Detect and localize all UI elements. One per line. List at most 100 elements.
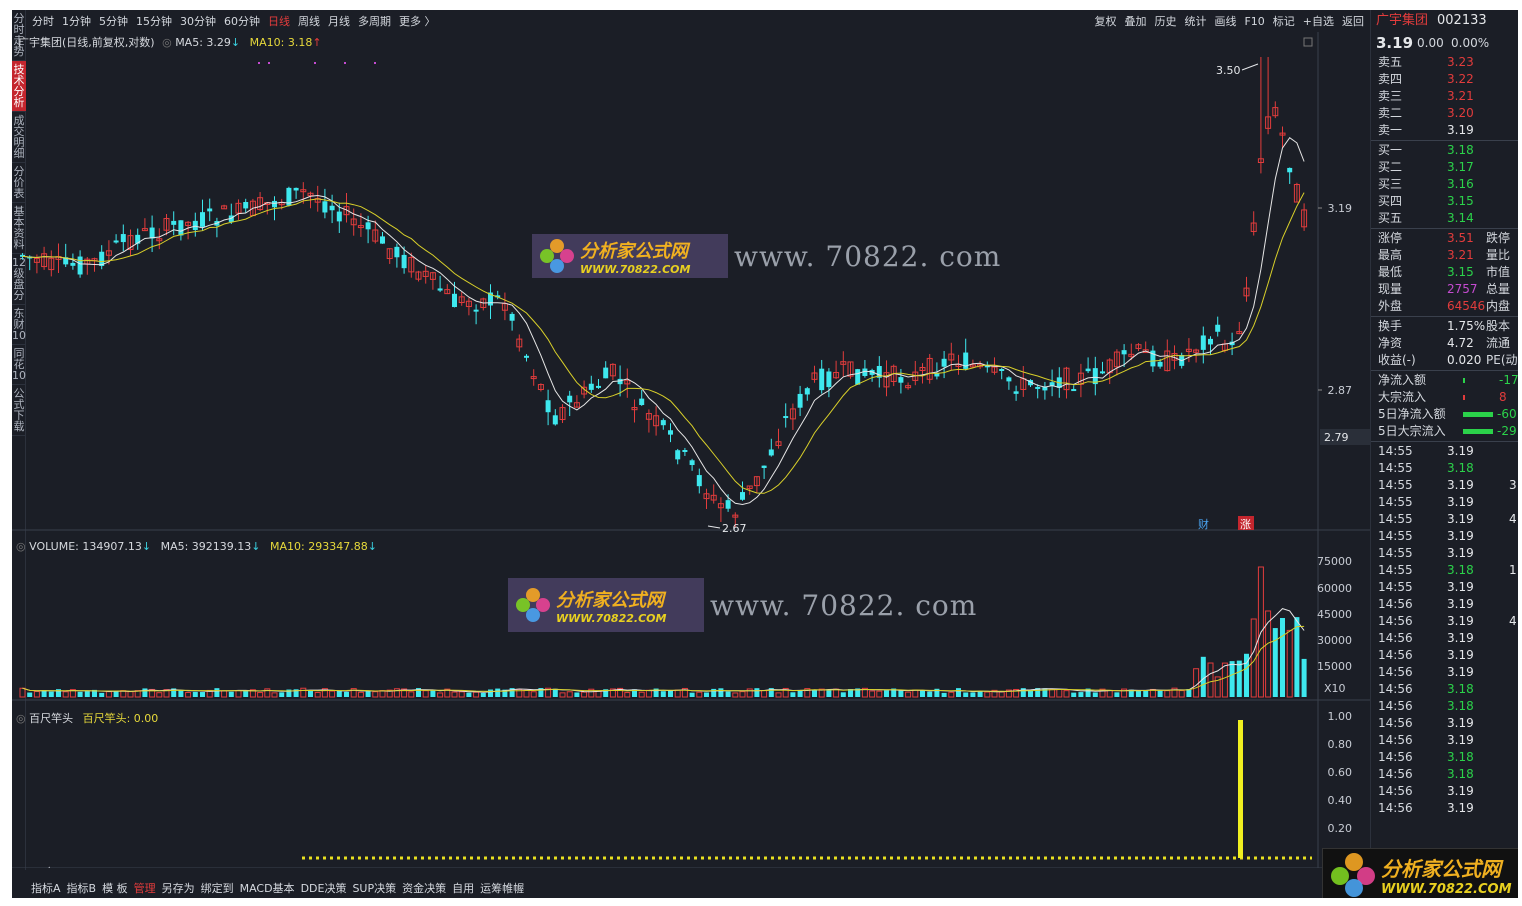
ma10-label: MA10: 3.18 (249, 36, 313, 49)
candle-body (1071, 389, 1077, 392)
event-dot (258, 62, 260, 64)
volume-bar (271, 692, 278, 698)
tick-row[interactable]: 14:56 3.19 (1371, 596, 1518, 613)
tick-row[interactable]: 14:56 3.18 (1371, 698, 1518, 715)
period-tab-0[interactable]: 分时 (28, 13, 58, 29)
settings-icon[interactable]: ◎ (16, 712, 26, 725)
time-axis-label: 2020年 (18, 865, 57, 868)
volume-bar (595, 690, 602, 698)
toolbar-action-2[interactable]: 历史 (1150, 13, 1180, 29)
volume-bar (329, 690, 336, 698)
chart-area[interactable]: 3.19 2.87 2.79 3.50 2.67 财 涨 75000 60000 45000 300… (12, 32, 1370, 879)
bottom-tool-10[interactable]: 自用 (449, 880, 477, 896)
ask-levels: 卖五 3.23 卖四 3.22 卖三 3.21 卖二 3.20 卖一 3.19 (1371, 54, 1518, 139)
tick-row[interactable]: 14:56 3.19 (1371, 664, 1518, 681)
kline-chart[interactable]: 3.19 2.87 2.79 3.50 2.67 财 涨 75000 60000 45000 300… (12, 32, 1370, 879)
bid-row-label: 买三 (1378, 177, 1403, 191)
bottom-tool-3[interactable]: 管理 (131, 880, 159, 896)
volume-bar (718, 688, 724, 697)
bottom-tool-1[interactable]: 指标B (64, 880, 100, 896)
period-tab-5[interactable]: 60分钟 (220, 13, 264, 29)
volume-bar (884, 690, 889, 697)
period-tab-2[interactable]: 5分钟 (95, 13, 132, 29)
toolbar-action-5[interactable]: F10 (1240, 15, 1268, 28)
period-tab-6[interactable]: 日线 (264, 13, 294, 29)
volume-bar (696, 691, 703, 698)
settings-icon[interactable]: ◎ (162, 36, 172, 49)
bottom-tool-7[interactable]: DDE决策 (298, 880, 350, 896)
ask-row: 卖五 3.23 (1371, 54, 1518, 71)
tick-row[interactable]: 14:56 3.18 (1371, 766, 1518, 783)
tick-row[interactable]: 14:55 3.19 (1371, 528, 1518, 545)
watermark-logo: 分析家公式网 WWW.70822.COM (508, 578, 704, 632)
volume-bar (927, 691, 933, 697)
volume-bar (1157, 690, 1163, 697)
settings-icon[interactable]: ◎ (16, 540, 26, 553)
bottom-tool-9[interactable]: 资金决策 (399, 880, 449, 896)
period-tab-9[interactable]: 多周期 (354, 13, 395, 29)
ask-row: 卖四 3.22 (1371, 71, 1518, 88)
toolbar-action-3[interactable]: 统计 (1180, 13, 1210, 29)
volume-bar (645, 689, 652, 698)
volume-unit: X10 (1324, 682, 1346, 695)
tick-row[interactable]: 14:56 3.18 (1371, 681, 1518, 698)
toolbar-action-0[interactable]: 复权 (1090, 13, 1120, 29)
tick-time: 14:56 (1378, 733, 1413, 747)
tick-row[interactable]: 14:55 3.19 (1371, 443, 1518, 460)
volume-bar (1056, 689, 1063, 698)
period-tab-1[interactable]: 1分钟 (58, 13, 95, 29)
volume-bar (581, 691, 588, 698)
tick-row[interactable]: 14:55 3.19 4 (1371, 511, 1518, 528)
bottom-tool-4[interactable]: 另存为 (159, 880, 198, 896)
tick-row[interactable]: 14:55 3.19 3 (1371, 477, 1518, 494)
period-tab-10[interactable]: 更多 〉 (395, 13, 440, 29)
bottom-tool-0[interactable]: 指标A (28, 880, 64, 896)
price-change-pct: 0.00% (1451, 36, 1490, 50)
tick-list[interactable]: 14:55 3.19 14:55 3.18 14:55 3.19 3 14:55 3.19 14:… (1371, 443, 1518, 817)
ask-row-label: 卖五 (1378, 55, 1403, 69)
bottom-tool-11[interactable]: 运筹帷幄 (477, 880, 527, 896)
toolbar-action-4[interactable]: 画线 (1210, 13, 1240, 29)
volume-bar (739, 691, 746, 698)
bottom-tool-6[interactable]: MACD基本 (237, 880, 298, 896)
tick-row[interactable]: 14:55 3.19 (1371, 494, 1518, 511)
candle-body (819, 368, 825, 391)
bid-row-label: 买四 (1378, 194, 1403, 208)
toolbar-action-1[interactable]: 叠加 (1120, 13, 1150, 29)
tick-time: 14:55 (1378, 444, 1413, 458)
period-tab-8[interactable]: 月线 (324, 13, 354, 29)
period-tab-4[interactable]: 30分钟 (176, 13, 220, 29)
toolbar-action-8[interactable]: 返回 (1338, 13, 1368, 29)
bottom-tool-2[interactable]: 模 板 (99, 880, 131, 896)
candle-body (401, 254, 407, 269)
tick-row[interactable]: 14:56 3.19 4 (1371, 613, 1518, 630)
bottom-tool-8[interactable]: SUP决策 (349, 880, 399, 896)
tick-row[interactable]: 14:56 3.19 (1371, 715, 1518, 732)
tick-row[interactable]: 14:56 3.19 (1371, 783, 1518, 800)
period-tab-3[interactable]: 15分钟 (132, 13, 176, 29)
bottom-tool-5[interactable]: 绑定到 (198, 880, 237, 896)
tick-row[interactable]: 14:56 3.19 (1371, 732, 1518, 749)
toolbar-action-6[interactable]: 标记 (1269, 13, 1299, 29)
tick-row[interactable]: 14:56 3.19 (1371, 800, 1518, 817)
limit-up-marker: 涨 (1240, 518, 1251, 531)
candle-body (855, 369, 861, 385)
ask-row-value: 3.22 (1447, 72, 1474, 86)
tick-row[interactable]: 14:55 3.19 (1371, 579, 1518, 596)
flow-row: 净流入额 -17 (1371, 372, 1518, 389)
tick-row[interactable]: 14:56 3.19 (1371, 630, 1518, 647)
bid-row: 买一 3.18 (1371, 142, 1518, 159)
stat-row-label: 现量 (1378, 282, 1403, 296)
tick-volume: 3 (1509, 478, 1517, 492)
volume-bar (185, 691, 192, 698)
tick-row[interactable]: 14:55 3.18 (1371, 460, 1518, 477)
tick-row[interactable]: 14:55 3.19 (1371, 545, 1518, 562)
tick-price: 3.19 (1447, 648, 1474, 662)
period-tab-7[interactable]: 周线 (294, 13, 324, 29)
volume-bar (963, 692, 969, 697)
tick-price: 3.18 (1447, 750, 1474, 764)
tick-row[interactable]: 14:55 3.18 1 (1371, 562, 1518, 579)
toolbar-action-7[interactable]: +自选 (1299, 13, 1338, 29)
tick-row[interactable]: 14:56 3.19 (1371, 647, 1518, 664)
tick-row[interactable]: 14:56 3.18 (1371, 749, 1518, 766)
